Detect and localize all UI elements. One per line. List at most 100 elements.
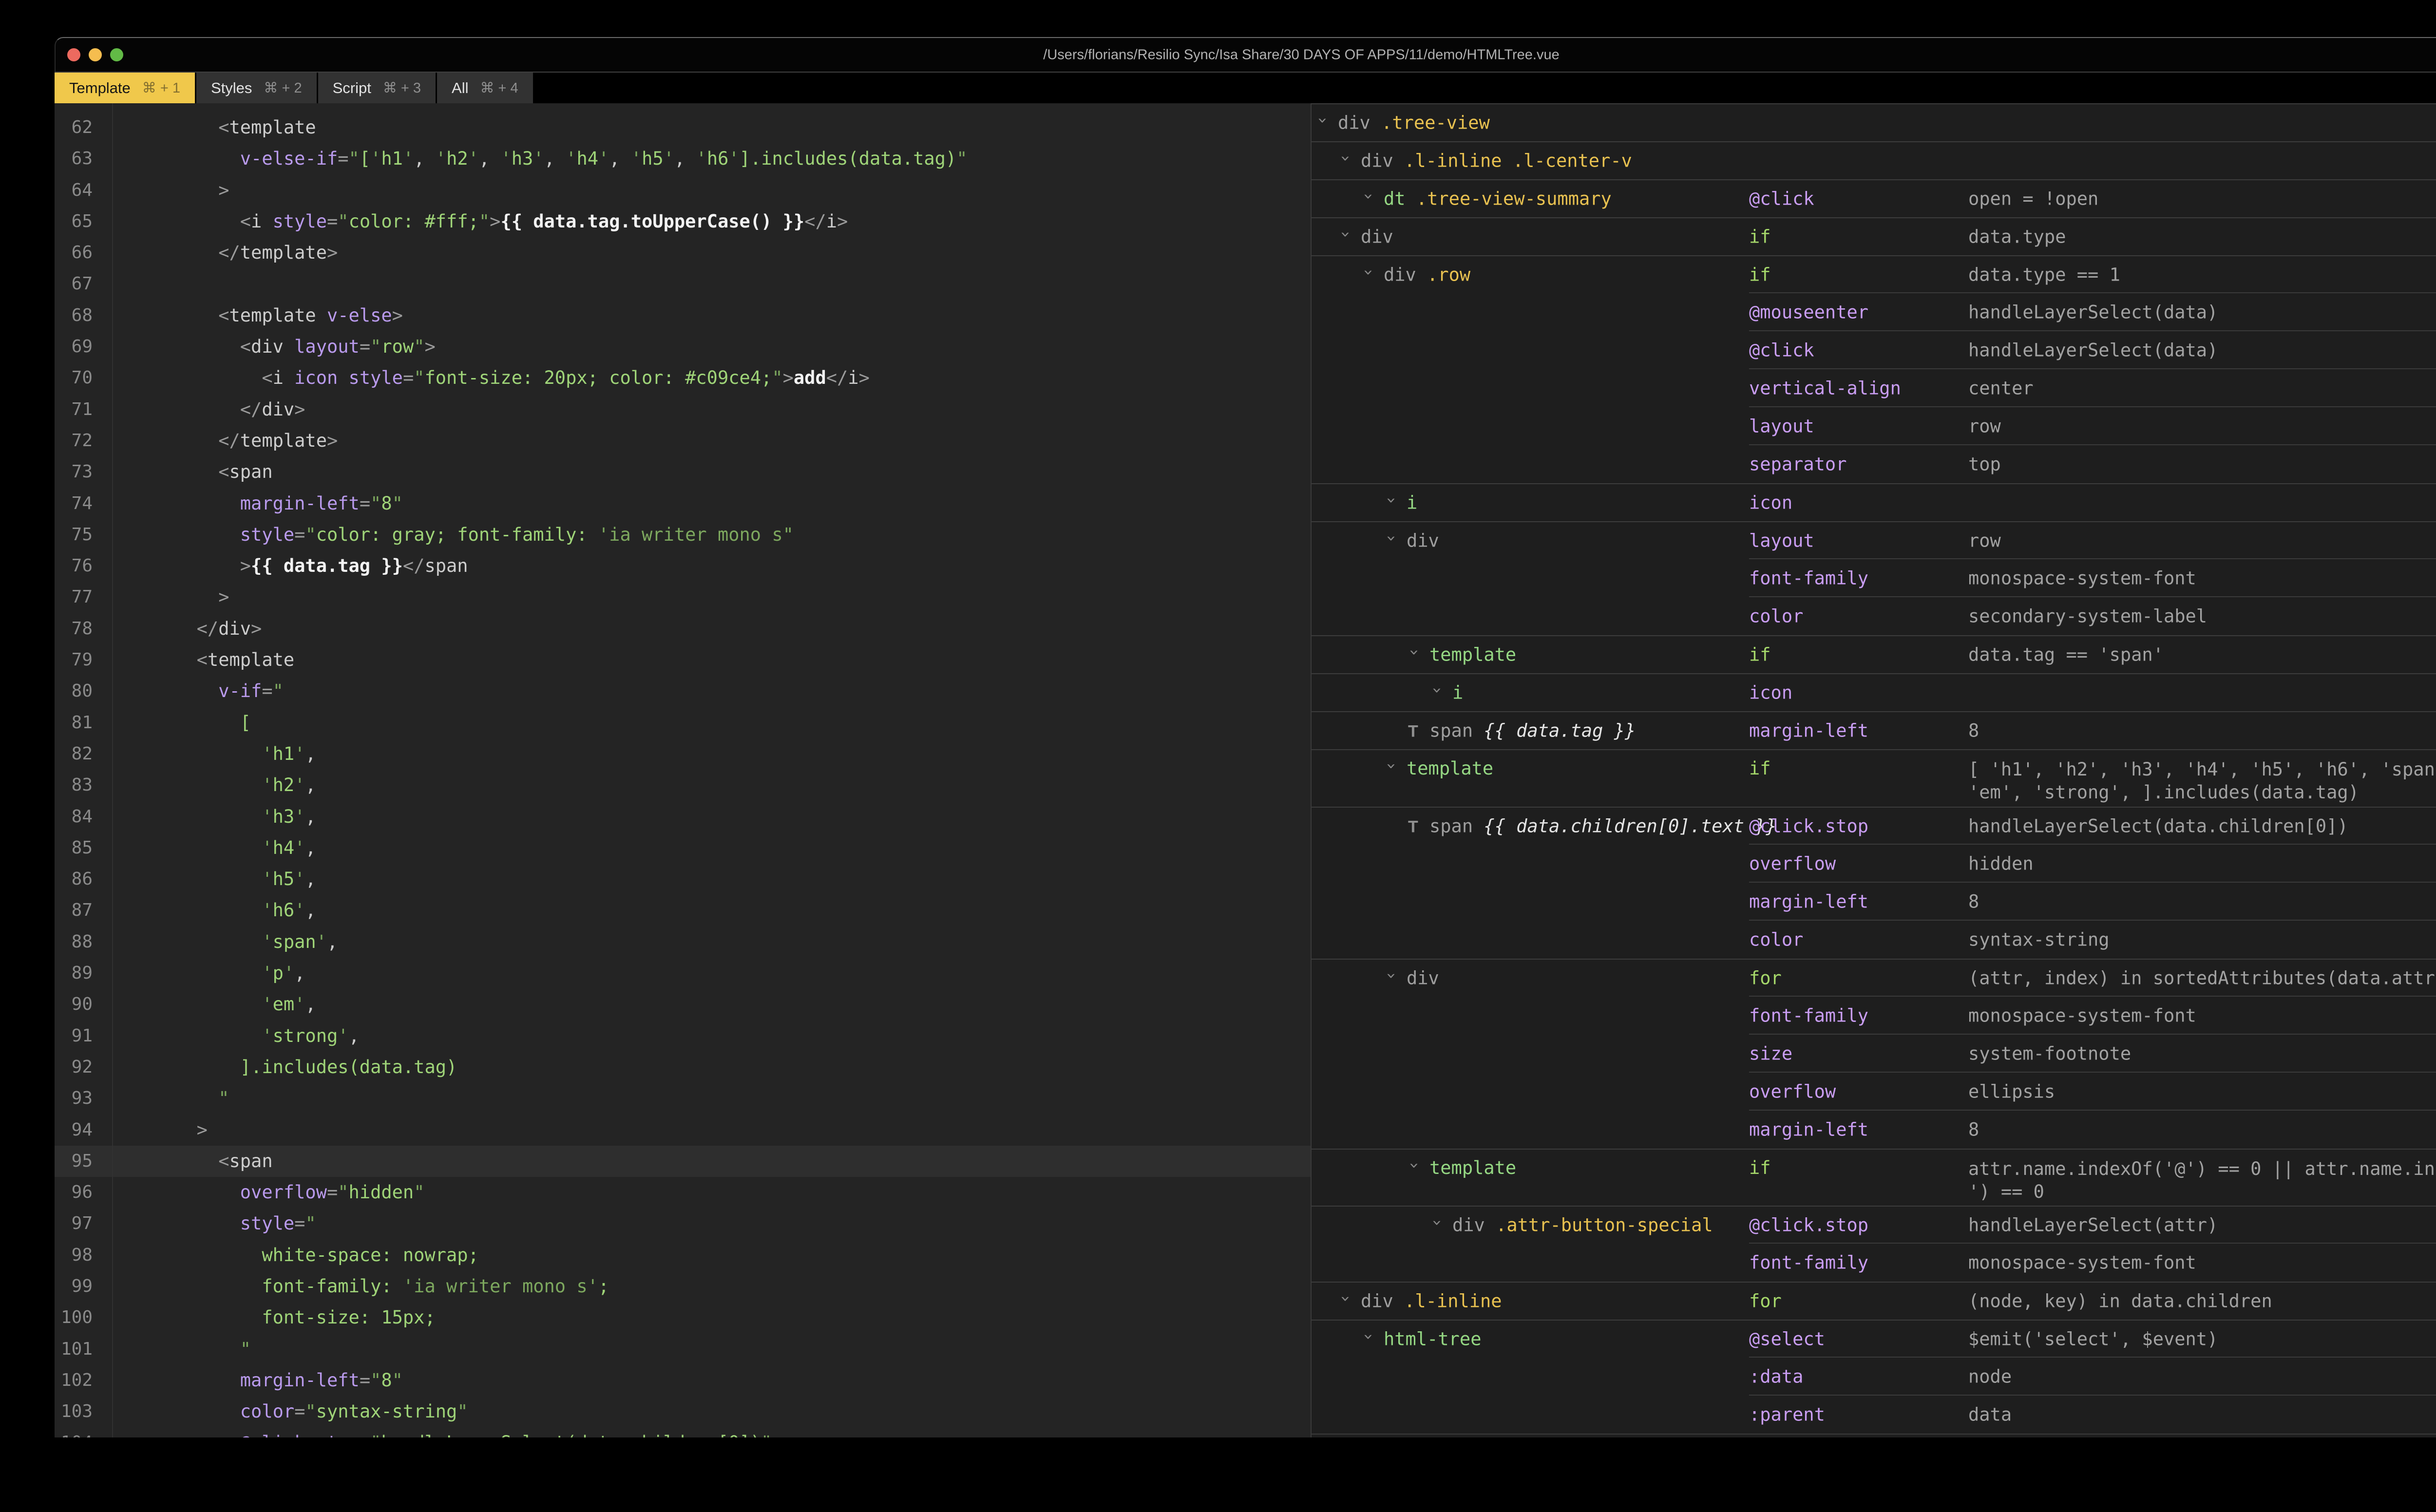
tree-row-attribute[interactable]: sizesystem-footnote [1312,1035,2436,1073]
tree-row-node[interactable]: ›divifdata.type [1312,217,2436,255]
tree-row-attribute[interactable]: @mouseenterhandleLayerSelect(data) [1312,293,2436,331]
code-line[interactable]: 67 [55,268,1311,300]
code-line[interactable]: 78 </div> [55,613,1311,644]
tree-row-attribute[interactable]: overflowhidden [1312,845,2436,883]
code-line[interactable]: 103 color="syntax-string" [55,1396,1311,1427]
chevron-down-icon[interactable]: › [1382,497,1401,510]
code-line[interactable]: 94 > [55,1115,1311,1146]
chevron-down-icon[interactable]: › [1336,231,1355,244]
code-line[interactable]: 104 @click.stop="handleLayerSelect(data.… [55,1427,1311,1437]
tree-row-attribute[interactable]: colorsecondary-system-label [1312,597,2436,635]
code-line[interactable]: 66 </template> [55,237,1311,268]
code-line[interactable]: 77 > [55,582,1311,613]
tree-row-attribute[interactable]: font-familymonospace-system-font [1312,997,2436,1035]
code-line[interactable]: 64 > [55,175,1311,206]
code-line[interactable]: 93 " [55,1083,1311,1114]
tree-row-attribute[interactable]: overflowellipsis [1312,1073,2436,1111]
code-editor-pane[interactable]: 62 <template63 v-else-if="['h1', 'h2', '… [55,103,1311,1437]
tree-row-node[interactable]: ›iicon [1312,483,2436,521]
code-line[interactable]: 69 <div layout="row"> [55,331,1311,362]
code-line[interactable]: 79 <template [55,644,1311,676]
code-line[interactable]: 86 'h5', [55,864,1311,895]
tree-attribute-value: [ 'h1', 'h2', 'h3', 'h4', 'h5', 'h6', 's… [1968,758,2436,804]
chevron-down-icon[interactable]: › [1336,1296,1355,1308]
tab-styles[interactable]: Styles⌘ + 2 [196,73,317,103]
chevron-down-icon[interactable]: › [1336,155,1355,168]
tree-row-attribute[interactable]: @clickhandleLayerSelect(data) [1312,331,2436,369]
code-line[interactable]: 73 <span [55,456,1311,488]
code-line[interactable]: 72 </template> [55,425,1311,456]
tree-row-attribute[interactable]: :parentdata [1312,1396,2436,1434]
code-line[interactable]: 96 overflow="hidden" [55,1177,1311,1208]
code-line[interactable]: 89 'p', [55,958,1311,989]
tree-row-node[interactable]: ›divfor(attr, index) in sortedAttributes… [1312,959,2436,997]
tree-row-node[interactable]: ›templateifattr.name.indexOf('@') == 0 |… [1312,1149,2436,1206]
tree-row-node[interactable]: ›div .l-inlinefor(node, key) in data.chi… [1312,1282,2436,1320]
tree-row-attribute[interactable]: vertical-aligncenter [1312,369,2436,407]
chevron-down-icon[interactable]: › [1359,1334,1378,1346]
code-line[interactable]: 97 style=" [55,1208,1311,1239]
tab-all[interactable]: All⌘ + 4 [437,73,533,103]
chevron-down-icon[interactable]: › [1313,117,1332,130]
chevron-down-icon[interactable]: › [1359,269,1378,282]
code-line[interactable]: 84 'h3', [55,801,1311,832]
code-line[interactable]: 68 <template v-else> [55,300,1311,331]
chevron-down-icon[interactable]: › [1405,1162,1424,1175]
code-line[interactable]: 91 'strong', [55,1021,1311,1052]
code-line[interactable]: 71 </div> [55,394,1311,425]
code-line[interactable]: 92 ].includes(data.tag) [55,1052,1311,1083]
tree-row-attribute[interactable]: font-familymonospace-system-font [1312,1244,2436,1282]
tree-row-attribute[interactable]: :datanode [1312,1358,2436,1396]
code-line[interactable]: 80 v-if=" [55,676,1311,707]
code-line[interactable]: 85 'h4', [55,832,1311,864]
code-line[interactable]: 90 'em', [55,989,1311,1020]
code-line[interactable]: 76 >{{ data.tag }}</span [55,550,1311,582]
chevron-down-icon[interactable]: › [1405,649,1424,662]
tree-row-attribute[interactable]: margin-left8 [1312,883,2436,921]
tree-row-node[interactable]: ›div .rowifdata.type == 1 [1312,255,2436,293]
code-line[interactable]: 63 v-else-if="['h1', 'h2', 'h3', 'h4', '… [55,143,1311,174]
chevron-down-icon[interactable]: › [1427,687,1447,700]
code-line[interactable]: 87 'h6', [55,895,1311,926]
chevron-down-icon[interactable]: › [1427,1220,1447,1232]
chevron-down-icon[interactable]: › [1359,193,1378,206]
tree-row-node[interactable]: ›dt .tree-view-summary@clickopen = !open [1312,179,2436,217]
code-line[interactable]: 100 font-size: 15px; [55,1302,1311,1333]
tree-row-node[interactable]: ›html-tree@select$emit('select', $event) [1312,1320,2436,1358]
tree-row-node[interactable]: Tspan {{ data.children[0].text }}@click.… [1312,807,2436,845]
code-line[interactable]: 65 <i style="color: #fff;">{{ data.tag.t… [55,206,1311,237]
tree-row-node[interactable]: ›iicon [1312,673,2436,711]
chevron-down-icon[interactable]: › [1382,535,1401,548]
chevron-down-icon[interactable]: › [1382,763,1401,775]
tab-bar: Template⌘ + 1Styles⌘ + 2Script⌘ + 3All⌘ … [55,72,2436,103]
code-line[interactable]: 101 " [55,1334,1311,1365]
code-line[interactable]: 81 [ [55,707,1311,738]
code-line[interactable]: 95 <span [55,1146,1311,1177]
tree-row-node[interactable]: ›div .attr-button-special@click.stophand… [1312,1206,2436,1244]
chevron-down-icon[interactable]: › [1382,972,1401,985]
code-line[interactable]: 99 font-family: 'ia writer mono s'; [55,1271,1311,1302]
tree-row-node[interactable]: ›divlayoutrow [1312,521,2436,559]
code-line[interactable]: 102 margin-left="8" [55,1365,1311,1396]
tree-row-node[interactable]: ›templateif[ 'h1', 'h2', 'h3', 'h4', 'h5… [1312,749,2436,807]
code-line[interactable]: 74 margin-left="8" [55,488,1311,519]
tree-row-attribute[interactable]: layoutrow [1312,407,2436,445]
tree-row-attribute[interactable]: separatortop [1312,445,2436,483]
tree-row-attribute[interactable]: margin-left8 [1312,1111,2436,1149]
code-line[interactable]: 98 white-space: nowrap; [55,1240,1311,1271]
tree-row-attribute[interactable]: colorsyntax-string [1312,921,2436,959]
code-line[interactable]: 70 <i icon style="font-size: 20px; color… [55,362,1311,394]
code-line[interactable]: 88 'span', [55,926,1311,958]
tree-row-node[interactable]: Tspan {{ data.tag }}margin-left8 [1312,711,2436,749]
tab-script[interactable]: Script⌘ + 3 [318,73,436,103]
tree-row-node[interactable]: ›div .l-inline .l-center-v [1312,141,2436,179]
tab-template[interactable]: Template⌘ + 1 [55,73,195,103]
code-line[interactable]: 62 <template [55,112,1311,143]
code-line[interactable]: 75 style="color: gray; font-family: 'ia … [55,519,1311,550]
tree-row-node[interactable]: ›div .tree-view [1312,103,2436,141]
line-number: 80 [55,676,93,707]
tree-row-node[interactable]: ›templateifdata.tag == 'span' [1312,635,2436,673]
code-line[interactable]: 82 'h1', [55,738,1311,770]
tree-row-attribute[interactable]: font-familymonospace-system-font [1312,559,2436,597]
code-line[interactable]: 83 'h2', [55,770,1311,801]
